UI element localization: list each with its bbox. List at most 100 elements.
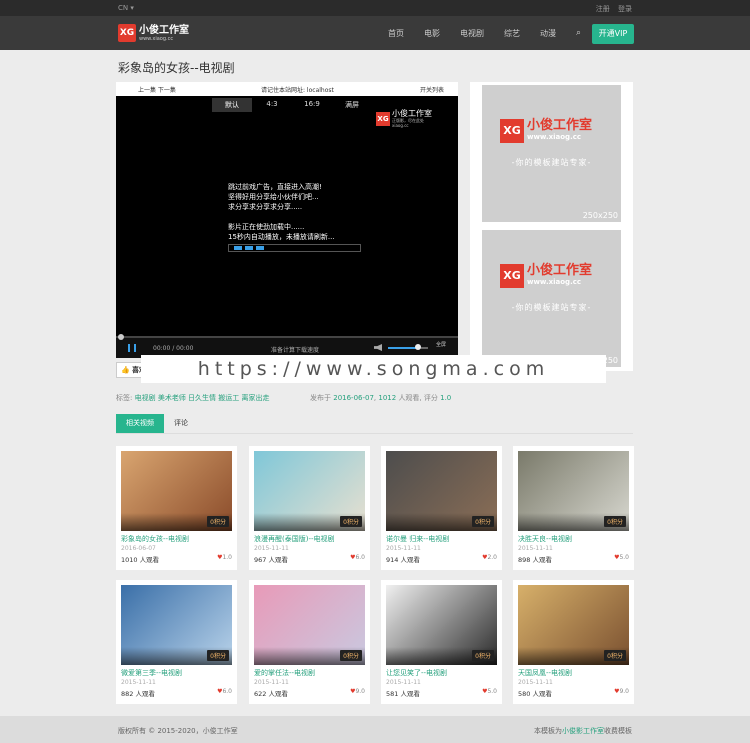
- progress-handle[interactable]: [118, 334, 124, 340]
- tab-related[interactable]: 相关视频: [116, 414, 164, 433]
- top-bar: CN ▾ 注册 登录: [0, 0, 750, 16]
- ratio-16-9[interactable]: 16:9: [292, 98, 332, 112]
- nav-item-anime[interactable]: 动漫: [540, 28, 556, 39]
- video-date: 2015-11-11: [254, 545, 289, 552]
- meta-prefix: 发布于: [310, 394, 331, 402]
- video-card[interactable]: 0积分 天国凤凰--电视剧 2015-11-11 580 人观看 ♥9.0: [513, 580, 634, 704]
- msg-line: 求分享求分享求分享.....: [228, 203, 303, 211]
- volume-handle[interactable]: [415, 344, 421, 350]
- ratio-4-3[interactable]: 4:3: [252, 98, 292, 112]
- score-value: 1.0: [222, 554, 232, 561]
- ad-banner[interactable]: XG 小俊工作室 www.xiaog.cc -你的模板建站专家- 250x250: [482, 230, 621, 367]
- volume-slider[interactable]: [388, 347, 428, 349]
- tags-label: 标签:: [116, 394, 133, 402]
- like-icon: 👍: [121, 366, 130, 374]
- video-title[interactable]: 浪漫再醒(泰国版)--电视剧: [254, 534, 335, 544]
- language-selector[interactable]: CN ▾: [118, 4, 134, 12]
- meta-mid: 人观看, 评分: [398, 394, 438, 402]
- aspect-ratio-selector: 默认 4:3 16:9 满屏: [212, 98, 372, 112]
- score-value: 5.0: [487, 688, 497, 695]
- template-suffix: 收费模板: [604, 727, 632, 735]
- nav-item-tv[interactable]: 电视剧: [460, 28, 484, 39]
- ad-logo-text: 小俊工作室 www.xiaog.cc: [527, 264, 592, 287]
- video-card[interactable]: 0积分彩象岛的女孩--电视剧 2016-06-07 1010 人观看 ♥1.0: [116, 446, 237, 570]
- video-views: 1010 人观看: [121, 556, 160, 564]
- player-logo-text: 小俊工作室 正版影，尽在此处 xiaog.cc: [392, 109, 432, 128]
- ad-logo-mark: XG: [500, 119, 524, 143]
- video-date: 2016-06-07: [121, 545, 156, 552]
- pause-icon[interactable]: [128, 344, 136, 352]
- video-title[interactable]: 爱的掌任法--电视剧: [254, 668, 315, 678]
- ratio-default[interactable]: 默认: [212, 98, 252, 112]
- loading-bar: [228, 244, 361, 252]
- video-score: ♥6.0: [217, 688, 232, 695]
- rating: 1.0: [440, 394, 452, 402]
- video-thumbnail[interactable]: 0积分: [518, 585, 629, 665]
- video-thumbnail[interactable]: 0积分: [254, 585, 365, 665]
- progress-bar[interactable]: [116, 336, 458, 338]
- video-views: 967 人观看: [254, 556, 288, 564]
- ad-banner[interactable]: XG 小俊工作室 www.xiaog.cc -你的模板建站专家- 250x250: [482, 85, 621, 222]
- video-score: ♥5.0: [482, 688, 497, 695]
- video-thumbnail[interactable]: 0积分: [386, 451, 497, 531]
- video-thumbnail[interactable]: 0积分: [121, 585, 232, 665]
- volume-icon[interactable]: [374, 344, 382, 351]
- video-card[interactable]: 0积分 决胜天良--电视剧 2015-11-11 898 人观看 ♥5.0: [513, 446, 634, 570]
- logo-url: www.xiaog.cc: [139, 35, 174, 42]
- video-date: 2015-11-11: [254, 679, 289, 686]
- nav-item-movies[interactable]: 电影: [424, 28, 440, 39]
- points-badge: 0积分: [472, 516, 494, 527]
- video-title[interactable]: 诺尔曼 归来--电视剧: [386, 534, 449, 544]
- video-thumbnail[interactable]: 0积分: [386, 585, 497, 665]
- ad-slogan: -你的模板建站专家-: [511, 303, 592, 312]
- video-score: ♥9.0: [614, 688, 629, 695]
- points-badge: 0积分: [340, 650, 362, 661]
- search-icon[interactable]: ⌕: [576, 28, 581, 39]
- login-link[interactable]: 登录: [618, 5, 632, 13]
- video-card[interactable]: 0积分 微爱第三季--电视剧 2015-11-11 882 人观看 ♥6.0: [116, 580, 237, 704]
- video-score: ♥1.0: [217, 554, 232, 561]
- next-hint: 准备计算下载速度: [271, 347, 320, 354]
- video-views: 882 人观看: [121, 690, 155, 698]
- points-badge: 0积分: [207, 516, 229, 527]
- video-player[interactable]: 上一集 下一集 请记住本站网址: localhost 开关列表 默认 4:3 1…: [116, 82, 458, 358]
- site-logo[interactable]: XG 小俊工作室 www.xiaog.cc: [118, 24, 189, 42]
- tags-values[interactable]: 电视剧 美术老师 日久生情 搬运工 离家出走: [135, 394, 270, 402]
- video-title[interactable]: 微爱第三季--电视剧: [121, 668, 182, 678]
- player-logo-mark: XG: [376, 111, 390, 126]
- playlist-toggle[interactable]: 开关列表: [420, 85, 444, 94]
- site-notice: 请记住本站网址: localhost: [261, 87, 334, 94]
- copyright: 版权所有 © 2015-2020，小俊工作室: [118, 727, 238, 735]
- tab-comments[interactable]: 评论: [164, 414, 198, 433]
- register-link[interactable]: 注册: [596, 5, 610, 13]
- video-title[interactable]: 彩象岛的女孩--电视剧: [121, 534, 189, 544]
- video-score: ♥2.0: [482, 554, 497, 561]
- video-card[interactable]: 0积分 爱的掌任法--电视剧 2015-11-11 622 人观看 ♥9.0: [249, 580, 370, 704]
- ratio-full[interactable]: 满屏: [332, 98, 372, 112]
- video-views: 622 人观看: [254, 690, 288, 698]
- prev-next-episode[interactable]: 上一集 下一集: [138, 85, 176, 94]
- nav-item-home[interactable]: 首页: [388, 28, 404, 39]
- video-date: 2015-11-11: [518, 679, 553, 686]
- video-date: 2015-11-11: [518, 545, 553, 552]
- video-card[interactable]: 0积分 让您见笑了--电视剧 2015-11-11 581 人观看 ♥5.0: [381, 580, 502, 704]
- vip-button[interactable]: 开通VIP: [592, 24, 634, 44]
- video-title[interactable]: 天国凤凰--电视剧: [518, 668, 572, 678]
- video-thumbnail[interactable]: 0积分: [518, 451, 629, 531]
- video-card[interactable]: 0积分 浪漫再醒(泰国版)--电视剧 2015-11-11 967 人观看 ♥6.0: [249, 446, 370, 570]
- video-title[interactable]: 决胜天良--电视剧: [518, 534, 572, 544]
- msg-line: 跳过前戏广告，直接进入高潮!: [228, 183, 322, 191]
- video-views: 914 人观看: [386, 556, 420, 564]
- video-thumbnail[interactable]: 0积分: [254, 451, 365, 531]
- fullscreen-button[interactable]: 全屏: [436, 342, 446, 348]
- score-value: 6.0: [355, 554, 365, 561]
- video-card[interactable]: 0积分 诺尔曼 归来--电视剧 2015-11-11 914 人观看 ♥2.0: [381, 446, 502, 570]
- time-display: 00:00 / 00:00: [153, 345, 194, 352]
- video-date: 2015-11-11: [386, 679, 421, 686]
- points-badge: 0积分: [604, 650, 626, 661]
- video-thumbnail[interactable]: 0积分: [121, 451, 232, 531]
- nav-item-variety[interactable]: 综艺: [504, 28, 520, 39]
- msg-line: 15秒内自动播放，未播放请刷新...: [228, 233, 335, 241]
- template-link[interactable]: 小俊影工作室: [562, 727, 604, 735]
- video-title[interactable]: 让您见笑了--电视剧: [386, 668, 447, 678]
